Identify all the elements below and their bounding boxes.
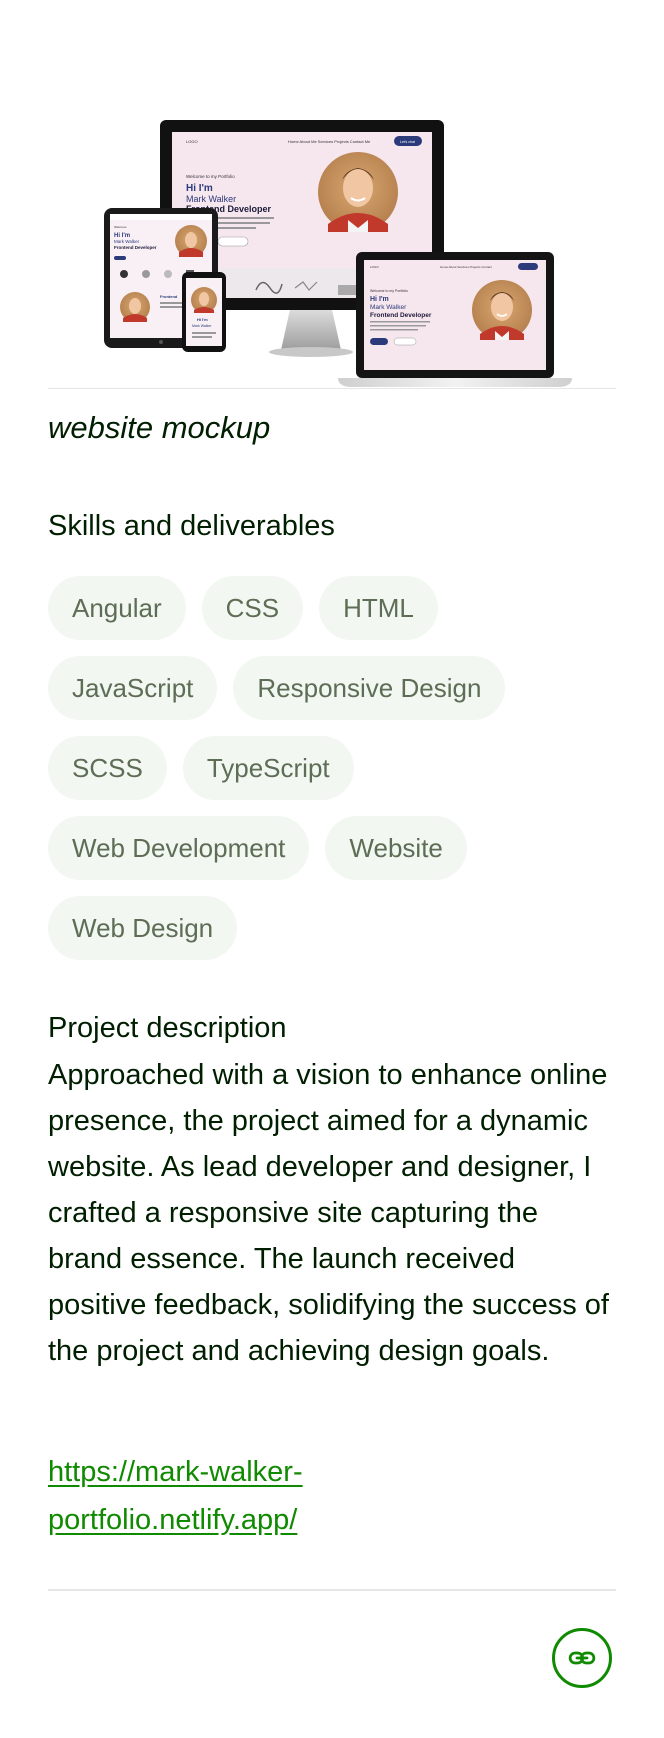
skill-chip-web-development[interactable]: Web Development (48, 816, 310, 880)
svg-text:Home About Services Proj: Home About Services Projects Contact (440, 265, 492, 269)
skills-row: Web Design (48, 896, 616, 960)
skill-chip-angular[interactable]: Angular (48, 576, 186, 640)
image-caption: website mockup (48, 410, 271, 445)
svg-text:Welcome: Welcome (114, 225, 127, 229)
skill-chip-javascript[interactable]: JavaScript (48, 656, 218, 720)
svg-text:Frontend Developer: Frontend Developer (370, 312, 432, 319)
svg-text:Frontend Developer: Frontend Developer (114, 245, 157, 250)
svg-text:Let's chat: Let's chat (400, 140, 415, 144)
copy-link-button[interactable] (552, 1628, 612, 1688)
description-heading: Project description (48, 1012, 287, 1044)
svg-text:Mark Walker: Mark Walker (370, 304, 407, 311)
svg-text:LOGO: LOGO (186, 139, 198, 144)
laptop-device: LOGO Home About Services Projects Contac… (338, 252, 572, 387)
project-description: Approached with a vision to enhance onli… (48, 1059, 609, 1367)
skill-chip-typescript[interactable]: TypeScript (182, 736, 354, 800)
mockup-name: Mark Walker (186, 194, 236, 204)
device-mockup-illustration: LOGO Home About Me Services Projects Con… (104, 120, 572, 387)
skill-chip-website[interactable]: Website (325, 816, 467, 880)
skills-list: Angular CSS HTML JavaScript Responsive D… (48, 576, 616, 976)
skills-row: JavaScript Responsive Design (48, 656, 616, 720)
divider (48, 1589, 616, 1591)
svg-text:Frontend: Frontend (160, 294, 178, 299)
link-icon (568, 1651, 596, 1665)
project-link[interactable]: https://mark-walker-portfolio.netlify.ap… (48, 1448, 448, 1544)
project-mockup-image[interactable]: LOGO Home About Me Services Projects Con… (48, 100, 616, 389)
svg-text:Welcome to my Portfolio: Welcome to my Portfolio (370, 289, 408, 293)
skill-chip-css[interactable]: CSS (201, 576, 304, 640)
skill-chip-scss[interactable]: SCSS (48, 736, 167, 800)
svg-text:Hi I'm: Hi I'm (197, 317, 208, 322)
svg-text:Mark Walker: Mark Walker (192, 324, 212, 328)
skills-row: SCSS TypeScript (48, 736, 616, 800)
svg-text:Mark Walker: Mark Walker (114, 239, 140, 244)
mockup-greeting: Welcome to my Portfolio (186, 174, 235, 179)
skills-row: Angular CSS HTML (48, 576, 616, 640)
svg-text:LOGO: LOGO (370, 265, 379, 269)
mockup-hi: Hi I'm (186, 183, 213, 194)
skill-chip-html[interactable]: HTML (319, 576, 438, 640)
svg-text:Home About Me Services P: Home About Me Services Projects Contact … (288, 139, 371, 144)
skills-row: Web Development Website (48, 816, 616, 880)
skills-heading: Skills and deliverables (48, 510, 335, 542)
skill-chip-responsive-design[interactable]: Responsive Design (233, 656, 506, 720)
skill-chip-web-design[interactable]: Web Design (48, 896, 238, 960)
phone-device: Hi I'm Mark Walker (182, 272, 226, 352)
svg-text:Hi I'm: Hi I'm (370, 296, 389, 303)
